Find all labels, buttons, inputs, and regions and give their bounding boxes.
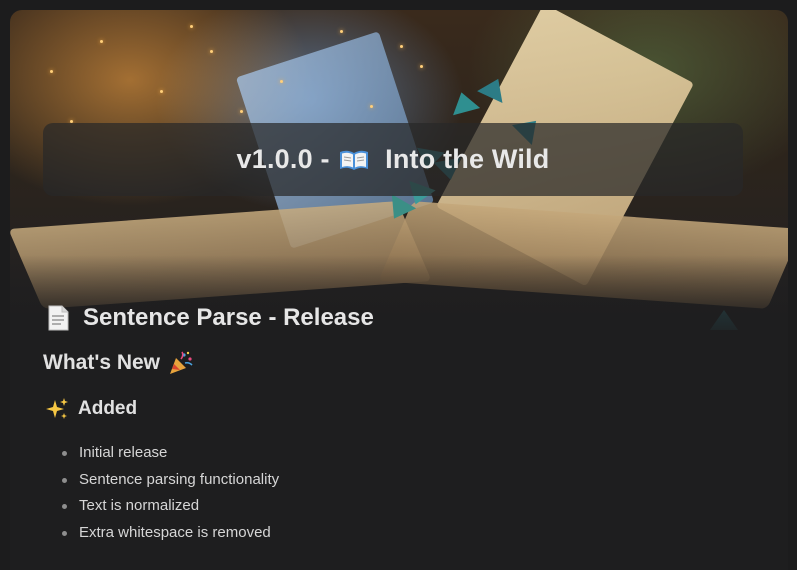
added-heading-text: Added [78,398,138,419]
hero-spark [420,65,423,68]
hero-spark [370,105,373,108]
sparkles-icon [46,398,68,419]
release-codename: Into the Wild [385,144,550,174]
whats-new-heading-text: What's New [43,351,161,374]
list-item: Text is normalized [62,493,279,520]
list-item: Extra whitespace is removed [62,520,279,547]
hero-banner-image: v1.0.0 - Into the Wild [10,10,788,345]
release-version: v1.0.0 - [236,144,330,174]
hero-spark [400,45,403,48]
list-item: Initial release [62,440,279,467]
added-list: Initial release Sentence parsing functio… [62,440,279,546]
list-item: Sentence parsing functionality [62,467,279,494]
hero-spark [190,25,193,28]
release-title-banner: v1.0.0 - Into the Wild [43,123,743,196]
party-popper-icon [170,351,193,374]
hero-spark [50,70,53,73]
added-heading: Added [45,397,137,421]
document-title: Sentence Parse - Release [47,304,374,332]
hero-spark [280,80,283,83]
open-book-icon [340,150,369,170]
release-card: v1.0.0 - Into the Wild Sentence Parse - … [10,10,788,570]
document-title-text: Sentence Parse - Release [83,304,374,331]
hero-spark [210,50,213,53]
hero-bird [447,88,481,116]
release-title: v1.0.0 - Into the Wild [237,144,550,175]
hero-spark [100,40,103,43]
hero-spark [340,30,343,33]
whats-new-heading: What's New [43,350,194,376]
hero-spark [240,110,243,113]
hero-spark [160,90,163,93]
page-document-icon [48,305,69,331]
